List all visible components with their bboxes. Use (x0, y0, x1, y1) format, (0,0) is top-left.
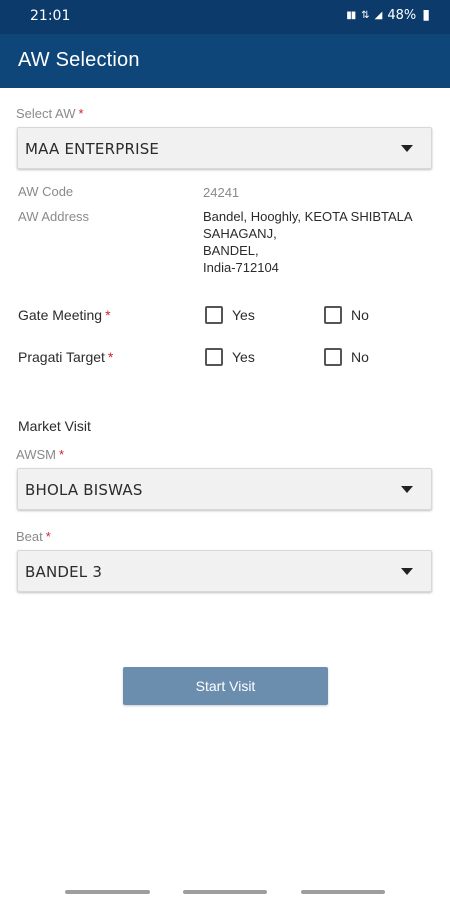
aw-address-line: India-712104 (203, 260, 279, 275)
pragati-target-label-text: Pragati Target (18, 349, 105, 365)
aw-code-label: AW Code (18, 184, 74, 199)
network-4g-icon: ⇅ (361, 9, 369, 21)
pragati-target-no-checkbox[interactable] (324, 348, 342, 366)
status-time: 21:01 (30, 8, 71, 24)
aw-address-value: Bandel, Hooghly, KEOTA SHIBTALA SAHAGANJ… (203, 208, 413, 276)
aw-address-line: BANDEL, (203, 243, 259, 258)
start-visit-button[interactable]: Start Visit (123, 667, 328, 705)
gate-meeting-label: Gate Meeting * (18, 307, 111, 323)
aw-address-line: Bandel, Hooghly, KEOTA SHIBTALA (203, 209, 413, 224)
gate-meeting-no-checkbox[interactable] (324, 306, 342, 324)
app-bar: AW Selection (0, 34, 450, 88)
select-aw-value: MAA ENTERPRISE (25, 140, 160, 158)
required-mark: * (107, 349, 114, 365)
nav-back-button[interactable] (301, 890, 385, 894)
nav-home-button[interactable] (183, 890, 267, 894)
awsm-dropdown[interactable]: BHOLA BISWAS (17, 468, 432, 510)
pragati-target-no-label[interactable]: No (351, 349, 369, 365)
pragati-target-yes-checkbox[interactable] (205, 348, 223, 366)
gate-meeting-yes-checkbox[interactable] (205, 306, 223, 324)
beat-label: Beat * (16, 529, 51, 544)
awsm-label-text: AWSM (16, 447, 56, 462)
gate-meeting-no-label[interactable]: No (351, 307, 369, 323)
required-mark: * (78, 106, 84, 121)
beat-label-text: Beat (16, 529, 43, 544)
system-nav-bar (0, 884, 450, 900)
nav-recents-button[interactable] (65, 890, 150, 894)
status-icons: ▮▮ ⇅ ◢ 48% ▮ (346, 7, 430, 23)
beat-value: BANDEL 3 (25, 563, 103, 581)
gate-meeting-yes-label[interactable]: Yes (232, 307, 255, 323)
required-mark: * (58, 447, 65, 462)
signal-icon: ◢ (374, 9, 383, 21)
beat-dropdown[interactable]: BANDEL 3 (17, 550, 432, 592)
battery-icon: ▮ (422, 7, 430, 23)
status-bar: 21:01 ▮▮ ⇅ ◢ 48% ▮ (0, 0, 450, 34)
required-mark: * (45, 529, 51, 544)
volte-icon: ▮▮ (346, 9, 356, 21)
required-mark: * (105, 307, 111, 323)
select-aw-dropdown[interactable]: MAA ENTERPRISE (17, 127, 432, 169)
dropdown-arrow-icon (401, 568, 413, 575)
aw-address-label: AW Address (18, 209, 90, 224)
market-visit-heading: Market Visit (18, 418, 91, 434)
select-aw-label: Select AW * (16, 106, 84, 121)
dropdown-arrow-icon (401, 145, 413, 152)
gate-meeting-label-text: Gate Meeting (18, 307, 103, 323)
select-aw-label-text: Select AW (16, 106, 76, 121)
battery-percent: 48% (387, 7, 417, 23)
dropdown-arrow-icon (401, 486, 413, 493)
pragati-target-label: Pragati Target * (18, 349, 113, 365)
awsm-value: BHOLA BISWAS (25, 481, 143, 499)
pragati-target-yes-label[interactable]: Yes (232, 349, 255, 365)
aw-address-line: SAHAGANJ, (203, 226, 277, 241)
awsm-label: AWSM * (16, 447, 64, 462)
aw-code-value: 24241 (203, 185, 240, 200)
page-title: AW Selection (18, 49, 140, 71)
